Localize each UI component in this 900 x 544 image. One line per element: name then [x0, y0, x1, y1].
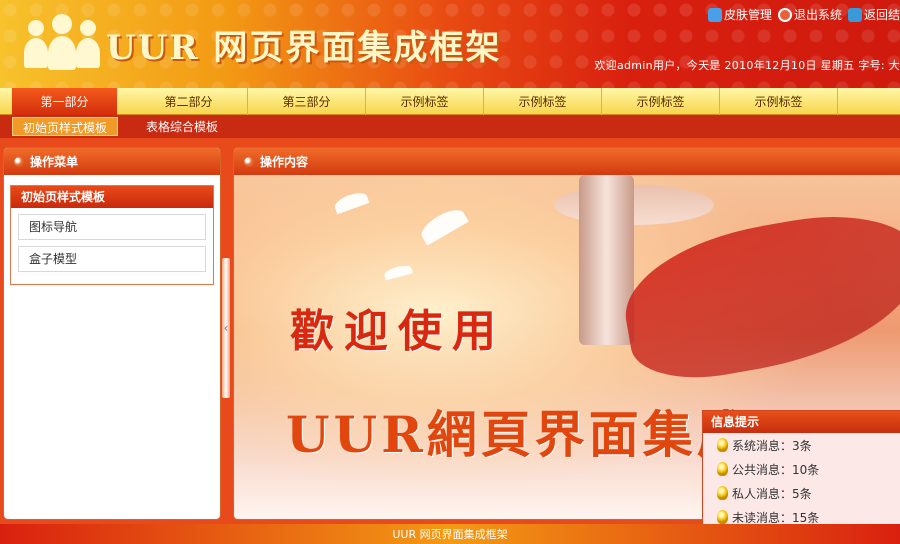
welcome-title: 歡迎使用 [290, 306, 506, 357]
ribbon-decoration [614, 200, 900, 390]
dove-icon [332, 189, 370, 215]
skin-manage-label: 皮肤管理 [723, 8, 772, 22]
logout-icon [777, 7, 792, 22]
info-item-label: 系统消息：3条 [732, 438, 812, 453]
info-item-label: 公共消息：10条 [732, 462, 820, 477]
lightbulb-icon [717, 438, 728, 452]
left-panel-title: 操作菜单 [30, 155, 79, 169]
dove-icon [383, 263, 413, 281]
menu-group-title[interactable]: 初始页样式模板 [11, 186, 213, 208]
info-item-system[interactable]: 系统消息：3条 [703, 433, 900, 457]
nav-tab-example4[interactable]: 示例标签 [720, 88, 838, 115]
skin-icon [707, 7, 722, 22]
info-item-label: 私人消息：5条 [732, 486, 812, 501]
people-logo-icon [22, 14, 102, 74]
menu-item-box-model[interactable]: 盒子模型 [18, 246, 206, 272]
sub-nav: 初始页样式模板 表格综合模板 [0, 115, 900, 138]
nav-tab-part2[interactable]: 第二部分 [130, 88, 248, 115]
lightbulb-icon [717, 510, 728, 524]
info-item-public[interactable]: 公共消息：10条 [703, 457, 900, 481]
left-panel-header: 操作菜单 [4, 148, 220, 175]
lightbulb-icon [717, 486, 728, 500]
logo: UUR 网页界面集成框架 [22, 14, 501, 74]
content-panel-header: 操作内容 [234, 148, 900, 175]
welcome-text: 欢迎admin用户，今天是 2010年12月10日 星期五 字号: 大 [594, 59, 900, 72]
pillar-cap-decoration [554, 185, 714, 225]
home-link[interactable]: 返回结 [847, 6, 900, 23]
collapse-arrow-icon[interactable]: ‹ [222, 258, 230, 398]
panel-splitter[interactable]: ‹ [222, 258, 232, 398]
dove-icon [417, 204, 469, 246]
skin-manage-link[interactable]: 皮肤管理 [707, 6, 772, 23]
top-links: 皮肤管理 退出系统 返回结 [707, 6, 900, 23]
bullet-icon [14, 156, 24, 167]
home-icon [847, 7, 862, 22]
nav-tab-part3[interactable]: 第三部分 [248, 88, 366, 115]
content-panel-title: 操作内容 [260, 155, 309, 169]
main-nav: 第一部分 第二部分 第三部分 示例标签 示例标签 示例标签 示例标签 [0, 88, 900, 115]
nav-tab-example1[interactable]: 示例标签 [366, 88, 484, 115]
info-item-private[interactable]: 私人消息：5条 [703, 481, 900, 505]
home-label: 返回结 [863, 8, 900, 22]
app-title: UUR 网页界面集成框架 [106, 27, 502, 68]
menu-item-icon-nav[interactable]: 图标导航 [18, 214, 206, 240]
info-item-label: 未读消息：15条 [732, 510, 820, 525]
left-menu-panel: 操作菜单 初始页样式模板 图标导航 盒子模型 [3, 147, 221, 520]
lightbulb-icon [717, 462, 728, 476]
nav-tab-example3[interactable]: 示例标签 [602, 88, 720, 115]
bullet-icon [244, 156, 254, 167]
subnav-table-template[interactable]: 表格综合模板 [136, 117, 228, 136]
subnav-initial-template[interactable]: 初始页样式模板 [12, 117, 119, 136]
welcome-subtitle: UUR網頁界面集成 [286, 405, 751, 464]
footer: UUR 网页界面集成框架 [0, 524, 900, 544]
logout-link[interactable]: 退出系统 [777, 6, 842, 23]
nav-tab-example2[interactable]: 示例标签 [484, 88, 602, 115]
logout-label: 退出系统 [793, 8, 842, 22]
info-popup-title: 信息提示 [703, 411, 900, 433]
menu-group: 初始页样式模板 图标导航 盒子模型 [10, 185, 214, 285]
app-header: UUR 网页界面集成框架 皮肤管理 退出系统 返回结 欢迎admin用户，今天是… [0, 0, 900, 88]
nav-tab-part1[interactable]: 第一部分 [12, 88, 117, 115]
